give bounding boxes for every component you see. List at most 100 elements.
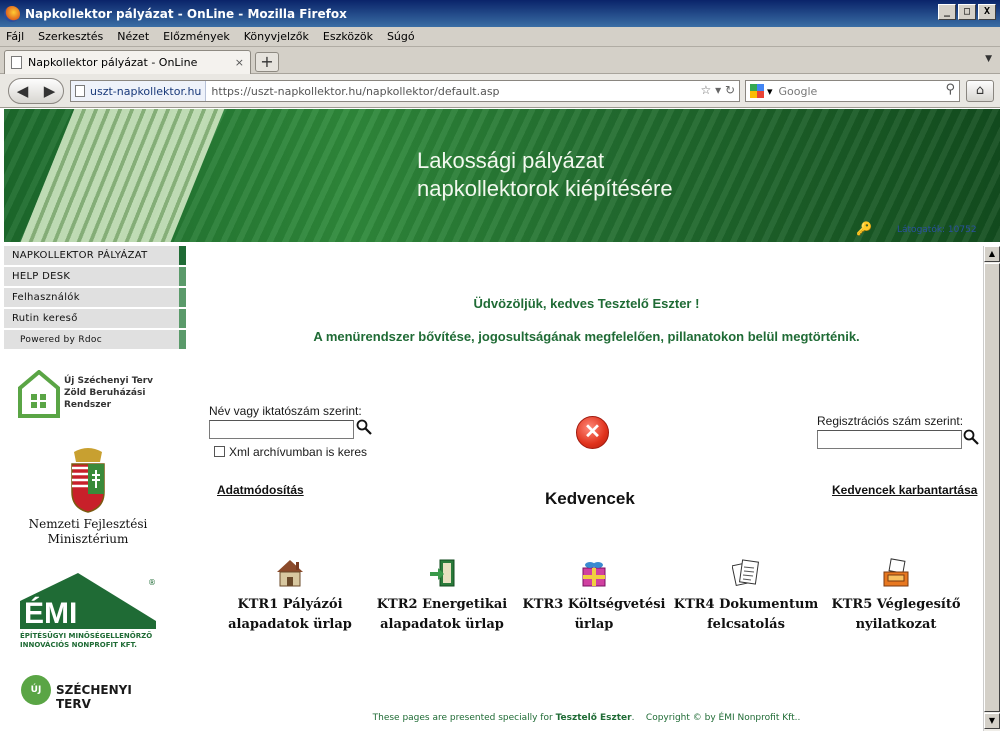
sidebar-menu: NAPKOLLEKTOR PÁLYÁZAT HELP DESK Felhaszn… (4, 246, 186, 351)
minimize-button[interactable]: _ (938, 4, 956, 20)
sidebar-item-helpdesk[interactable]: HELP DESK (4, 267, 186, 286)
menu-help[interactable]: Súgó (387, 30, 415, 43)
ujszt-line1: Új Széchenyi Terv (64, 376, 154, 386)
documents-icon (731, 559, 760, 587)
emi-graphic-icon: ÉMI ® (20, 573, 156, 630)
vertical-scrollbar[interactable]: ▲ ▼ (983, 246, 1000, 731)
bookmark-star-icon[interactable]: ☆ (700, 83, 711, 97)
ujszt-line2: Zöld Beruházási (64, 388, 146, 398)
inbox-tray-icon (883, 558, 909, 587)
search-magnifier-icon[interactable]: ⚲ (945, 82, 955, 97)
url-text[interactable]: https://uszt-napkollektor.hu/napkollekto… (206, 85, 499, 98)
sidebar-item-napkollektor[interactable]: NAPKOLLEKTOR PÁLYÁZAT (4, 246, 186, 265)
nfm-line1: Nemzeti Fejlesztési (28, 517, 148, 531)
reload-icon[interactable]: ↻ (725, 83, 735, 97)
banner-title-line2: napkollektorok kiépítésére (417, 176, 673, 201)
home-icon: ⌂ (975, 83, 985, 98)
house-icon (277, 560, 303, 587)
url-actions: ☆ ▾ ↻ (700, 83, 735, 97)
gift-box-icon (582, 562, 606, 587)
site-identity[interactable]: uszt-napkollektor.hu (71, 81, 207, 101)
new-tab-button[interactable]: + (255, 52, 279, 72)
menu-edit[interactable]: Szerkesztés (38, 30, 103, 43)
xml-archive-label: Xml archívumban is keres (229, 445, 368, 459)
google-icon[interactable] (750, 84, 764, 98)
tab-close-icon[interactable]: × (235, 56, 244, 69)
tab-list-chevron-icon[interactable]: ▼ (985, 54, 992, 64)
ktr4-item[interactable]: KTR4 Dokumentum felcsatolás (666, 558, 826, 635)
szechenyi-terv-logo[interactable]: ÚJ SZÉCHENYI TERV (18, 672, 158, 717)
ktr3-line2: ürlap (574, 617, 614, 632)
tab-napkollektor[interactable]: Napkollektor pályázat - OnLine × (4, 50, 251, 74)
ktr3-line1: KTR3 Költségvetési (522, 597, 666, 612)
powered-by-label[interactable]: Powered by Rdoc (4, 330, 186, 349)
ktr5-line2: nyilatkozat (855, 617, 937, 632)
ktr2-line2: alapadatok ürlap (380, 617, 504, 632)
url-dropdown-icon[interactable]: ▾ (715, 83, 721, 97)
search-name-magnifier-icon[interactable] (356, 419, 372, 435)
emi-logo[interactable]: ÉMI ® ÉPÍTÉSÜGYI MINŐSÉGELLENŐRZŐ INNOVÁ… (18, 571, 158, 653)
ktr4-line2: felcsatolás (707, 617, 785, 632)
search-reg-magnifier-icon[interactable] (963, 429, 979, 445)
main-content: Üdvözöljük, kedves Tesztelő Eszter ! A m… (190, 246, 983, 731)
welcome-message: Üdvözöljük, kedves Tesztelő Eszter ! (473, 296, 700, 311)
scroll-up-icon[interactable]: ▲ (984, 246, 1000, 262)
ktr-label: KTR3 Költségvetési ürlap (514, 595, 674, 635)
door-exit-icon (430, 559, 455, 587)
header-banner: Lakossági pályázat napkollektorok kiépít… (4, 109, 1000, 242)
menu-file[interactable]: Fájl (6, 30, 24, 43)
tab-label: Napkollektor pályázat - OnLine (28, 56, 198, 69)
szt-badge: ÚJ (21, 675, 51, 705)
scroll-thumb[interactable] (984, 263, 1000, 712)
search-name-input[interactable] (209, 420, 354, 439)
nfm-logo[interactable]: Nemzeti Fejlesztési Minisztérium (18, 444, 158, 550)
search-reg-input[interactable] (817, 430, 962, 449)
uj-szechenyi-terv-zbr-logo[interactable]: Új Széchenyi Terv Zöld Beruházási Rendsz… (18, 367, 158, 422)
sidebar-item-users[interactable]: Felhasználók (4, 288, 186, 307)
sidebar-item-routine-search[interactable]: Rutin kereső (4, 309, 186, 328)
search-name-label: Név vagy iktatószám szerint: (209, 404, 362, 418)
data-edit-link[interactable]: Adatmódosítás (217, 483, 304, 497)
ktr-label: KTR4 Dokumentum felcsatolás (666, 595, 826, 635)
menu-bar: Fájl Szerkesztés Nézet Előzmények Könyvj… (0, 27, 1000, 47)
xml-archive-checkbox[interactable] (214, 446, 225, 457)
menu-bookmarks[interactable]: Könyvjelzők (244, 30, 309, 43)
ktr3-item[interactable]: KTR3 Költségvetési ürlap (514, 558, 674, 635)
home-button[interactable]: ⌂ (966, 80, 994, 102)
forward-arrow-icon[interactable]: ▶ (36, 82, 63, 100)
footer-prefix: These pages are presented specially for (372, 713, 553, 723)
url-bar[interactable]: uszt-napkollektor.hu https://uszt-napkol… (70, 80, 740, 102)
svg-text:ÉMI: ÉMI (24, 596, 77, 630)
visitor-counter: Látogatók: 10752 (897, 225, 977, 235)
close-window-button[interactable]: X (978, 4, 996, 20)
search-placeholder: Google (778, 84, 818, 98)
ktr1-line2: alapadatok ürlap (228, 617, 352, 632)
search-engine-dropdown-icon[interactable]: ▾ (767, 85, 773, 98)
ktr4-line1: KTR4 Dokumentum (673, 597, 819, 612)
ktr5-item[interactable]: KTR5 Véglegesítő nyilatkozat (816, 558, 976, 635)
key-icon[interactable]: 🔑 (856, 222, 872, 237)
menu-history[interactable]: Előzmények (163, 30, 230, 43)
tab-bar: Napkollektor pályázat - OnLine × + ▼ (0, 47, 1000, 74)
navigation-toolbar: ◀ ▶ uszt-napkollektor.hu https://uszt-na… (0, 74, 1000, 108)
coat-of-arms-icon (71, 448, 105, 513)
menu-tools[interactable]: Eszközök (323, 30, 373, 43)
search-bar[interactable]: ▾ Google ⚲ (745, 80, 960, 102)
page-icon (75, 85, 85, 97)
scroll-down-icon[interactable]: ▼ (984, 713, 1000, 729)
ktr1-item[interactable]: KTR1 Pályázói alapadatok ürlap (210, 558, 370, 635)
page-footer: These pages are presented specially for … (372, 713, 801, 723)
ujszt-line3: Rendszer (64, 400, 112, 410)
ktr5-line1: KTR5 Véglegesítő (831, 597, 961, 612)
menu-view[interactable]: Nézet (117, 30, 149, 43)
ktr2-item[interactable]: KTR2 Energetikai alapadatok ürlap (362, 558, 522, 635)
maximize-button[interactable]: □ (958, 4, 976, 20)
favorites-maintenance-link[interactable]: Kedvencek karbantartása (832, 483, 977, 497)
ktr-label: KTR2 Energetikai alapadatok ürlap (362, 595, 522, 635)
back-arrow-icon[interactable]: ◀ (9, 82, 36, 100)
footer-user: Tesztelő Eszter (555, 713, 632, 723)
emi-line1: ÉPÍTÉSÜGYI MINŐSÉGELLENŐRZŐ (20, 632, 153, 640)
menu-notice: A menürendszer bővítése, jogosultságának… (313, 329, 860, 344)
window-controls: _ □ X (938, 4, 996, 20)
back-forward-group: ◀ ▶ (8, 78, 64, 104)
